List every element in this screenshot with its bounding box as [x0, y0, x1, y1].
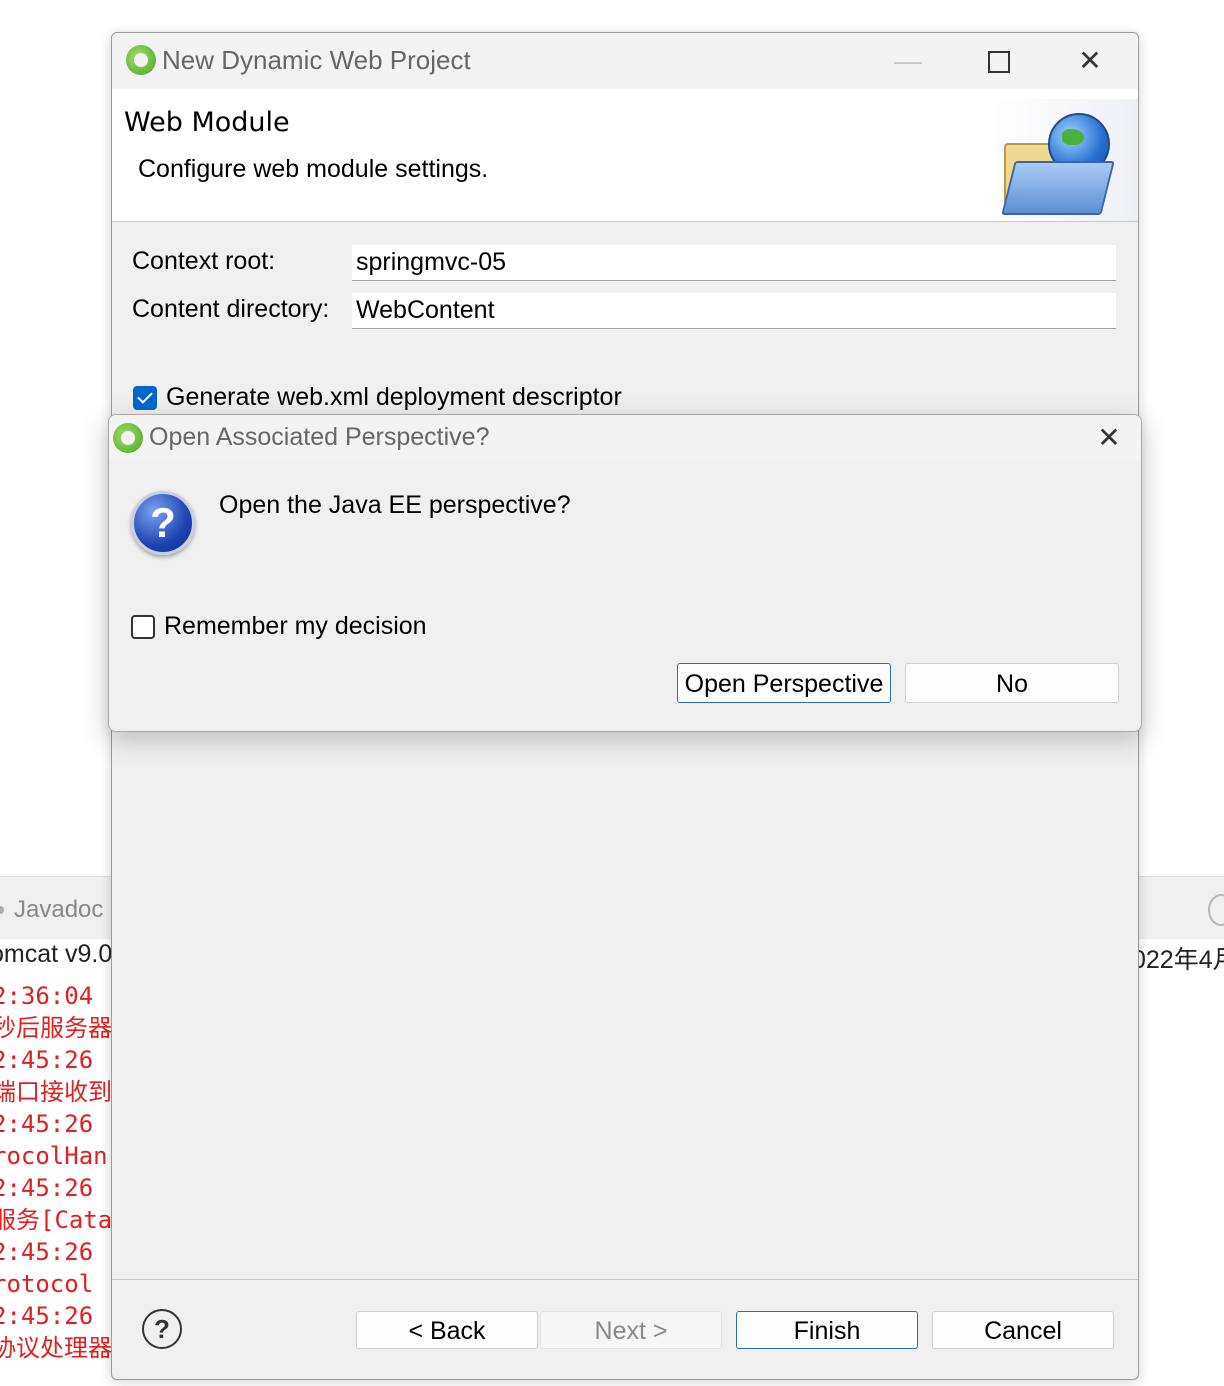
page-description: Configure web module settings. — [138, 155, 489, 183]
console-output: 2:36:04 秒后服务器 2:45:26 端口接收到 2:45:26 roco… — [0, 980, 112, 1364]
console-title-date: 022年4月 — [1132, 946, 1224, 974]
minimize-button[interactable]: — — [888, 43, 928, 79]
folder-front-icon — [1001, 161, 1115, 215]
open-perspective-button[interactable]: Open Perspective — [677, 663, 891, 703]
console-line: 2:45:26 — [0, 1110, 94, 1138]
console-line: 秒后服务器 — [0, 1014, 112, 1042]
wizard-banner: Web Module Configure web module settings… — [112, 89, 1138, 222]
no-button[interactable]: No — [905, 663, 1119, 703]
dialog-close-button[interactable]: ✕ — [1089, 419, 1129, 457]
finish-button[interactable]: Finish — [736, 1311, 918, 1349]
console-line: 端口接收到 — [0, 1078, 112, 1106]
maximize-button[interactable] — [978, 43, 1018, 79]
content-directory-input[interactable] — [352, 293, 1116, 329]
footer-divider — [112, 1279, 1138, 1280]
close-button[interactable]: ✕ — [1070, 43, 1110, 79]
back-button[interactable]: < Back — [356, 1311, 538, 1349]
console-line: 2:45:26 — [0, 1302, 94, 1330]
web-folder-globe-icon — [992, 99, 1138, 221]
remember-decision-checkbox[interactable] — [131, 615, 155, 639]
content-directory-label: Content directory: — [132, 295, 330, 323]
remember-decision-label[interactable]: Remember my decision — [164, 612, 427, 641]
dialog-titlebar[interactable]: Open Associated Perspective? ✕ — [109, 415, 1141, 461]
help-icon[interactable]: ? — [142, 1309, 182, 1349]
console-line: 2:36:04 — [0, 982, 94, 1010]
console-line: rotocol — [0, 1270, 94, 1298]
console-line: 服务[Cata — [0, 1206, 113, 1234]
dialog-message: Open the Java EE perspective? — [219, 491, 571, 519]
next-button[interactable]: Next > — [540, 1311, 722, 1349]
console-line: 2:45:26 — [0, 1046, 94, 1074]
cancel-button[interactable]: Cancel — [932, 1311, 1114, 1349]
console-line: 2:45:26 — [0, 1238, 94, 1266]
console-line: 2:45:26 — [0, 1174, 94, 1202]
context-root-input[interactable] — [352, 245, 1116, 281]
open-perspective-dialog: Open Associated Perspective? ✕ ? Open th… — [108, 414, 1142, 732]
page-title: Web Module — [124, 107, 290, 138]
console-line: 协议处理器 — [0, 1334, 112, 1362]
spring-app-icon — [113, 423, 143, 453]
spring-app-icon — [126, 45, 156, 75]
generate-webxml-label[interactable]: Generate web.xml deployment descriptor — [166, 383, 622, 412]
dialog-title: Open Associated Perspective? — [149, 423, 490, 451]
wizard-titlebar[interactable]: New Dynamic Web Project — ✕ — [112, 33, 1138, 89]
generate-webxml-checkbox[interactable] — [133, 386, 157, 410]
console-line: rocolHan — [0, 1142, 108, 1170]
wizard-title: New Dynamic Web Project — [162, 45, 471, 75]
console-title: omcat v9.0 — [0, 940, 113, 968]
question-icon: ? — [131, 491, 195, 555]
javadoc-tab[interactable]: Javadoc — [14, 896, 103, 924]
context-root-label: Context root: — [132, 247, 276, 275]
